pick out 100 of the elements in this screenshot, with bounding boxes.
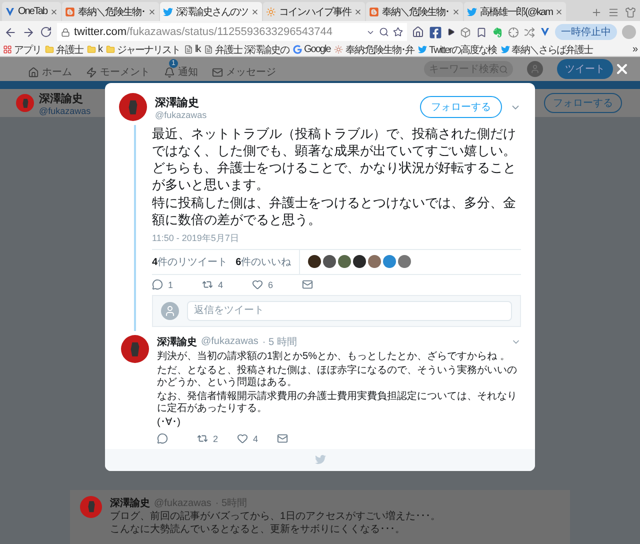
- close-icon[interactable]: [148, 8, 156, 16]
- crosshair-icon[interactable]: [508, 26, 519, 38]
- close-icon[interactable]: [50, 8, 58, 16]
- browser-tab[interactable]: 高橋雄一郎(@kam: [464, 2, 566, 21]
- paused-button[interactable]: 一時停止中: [555, 24, 617, 40]
- blog-icon: [334, 45, 344, 54]
- user-avatar[interactable]: [353, 255, 366, 268]
- shirt-icon[interactable]: [625, 7, 636, 18]
- reply-icon[interactable]: [157, 433, 168, 444]
- tweet-text: 特に投稿した側は、弁護士をつけるとつけないでは、多分、金額に数倍の差がでると思う。: [152, 194, 517, 228]
- avatar: [121, 334, 149, 363]
- box-icon[interactable]: [460, 26, 471, 38]
- back-icon[interactable]: [4, 26, 17, 38]
- reply-icon[interactable]: [152, 279, 163, 290]
- bird-icon: [163, 6, 174, 16]
- bell-icon: [164, 66, 175, 78]
- bookmark-item[interactable]: Twitterの高度な検: [418, 42, 496, 56]
- bird-icon: [467, 6, 478, 16]
- google-g-icon: [293, 45, 302, 54]
- retweet-count[interactable]: 4件のリツイート: [152, 254, 228, 269]
- page-icon: [184, 45, 193, 54]
- bookmark-item[interactable]: アプリ: [3, 42, 41, 56]
- bookmark-item[interactable]: 奉納＼さらば弁護士: [500, 42, 592, 56]
- sun-icon: [266, 6, 276, 16]
- like-count[interactable]: 6件のいいね: [236, 254, 292, 269]
- folder-icon: [87, 45, 96, 54]
- lock-icon: [61, 28, 70, 36]
- apps-grid-icon: [3, 45, 12, 54]
- reply-input[interactable]: 返信をツイート: [187, 300, 512, 321]
- lightning-icon: [86, 66, 97, 78]
- retweet-icon[interactable]: [202, 279, 213, 290]
- envelope-icon: [212, 66, 223, 78]
- action-count: 1: [168, 280, 174, 290]
- author-name: 深澤諭史: [157, 336, 197, 349]
- page-icon: [204, 45, 214, 54]
- action-count: 4: [218, 280, 224, 290]
- v-logo-icon: [5, 6, 15, 16]
- star-icon[interactable]: [393, 27, 403, 37]
- bird-icon: [418, 45, 428, 54]
- home-icon[interactable]: [412, 26, 424, 38]
- play-icon[interactable]: [447, 28, 455, 36]
- bird-icon: [314, 454, 326, 466]
- author-name: 深澤諭史: [155, 96, 200, 110]
- tweet-timestamp: 11:50 - 2019年5月7日: [152, 232, 240, 245]
- browser-tab[interactable]: 奉納＼危険生物･: [366, 2, 464, 21]
- bookmark-item[interactable]: lk: [184, 44, 200, 55]
- tweet-time: · 5 時間: [262, 336, 297, 349]
- profile-handle: @fukazawas: [39, 106, 91, 116]
- retweet-icon[interactable]: [197, 433, 208, 444]
- bookmark-icon[interactable]: [476, 26, 487, 38]
- envelope-icon[interactable]: [277, 433, 288, 444]
- close-icon[interactable]: [251, 8, 260, 16]
- search-icon: [499, 64, 508, 74]
- avatar: [119, 93, 147, 121]
- bookmark-item[interactable]: 奉納:危険生物･弁: [334, 42, 414, 56]
- bookmark-item[interactable]: k: [87, 44, 102, 55]
- search-icon[interactable]: [379, 27, 389, 37]
- bookmark-item[interactable]: 弁護士 深澤諭史の: [204, 42, 290, 56]
- bird-icon: [500, 45, 510, 54]
- folder-icon: [106, 45, 115, 54]
- action-count: 6: [268, 280, 274, 290]
- bookmark-item[interactable]: Google: [293, 44, 330, 55]
- browser-tab[interactable]: OneTab: [2, 2, 62, 21]
- bookmark-item[interactable]: ジャーナリスト: [106, 42, 180, 56]
- author-handle: @fukazawas: [201, 336, 258, 348]
- bookmark-item[interactable]: 弁護士: [45, 42, 83, 56]
- close-icon[interactable]: [555, 8, 564, 16]
- reply-text: なお、発信者情報開示請求費用の弁護士費用実費負担認定については、それなりに定石があったりする。: [157, 390, 518, 415]
- tweet-text: どちらも、弁護士をつけることで、かなり状況が好転することが多いと思います。: [152, 159, 517, 194]
- heart-icon[interactable]: [252, 279, 263, 290]
- home-icon: [28, 66, 39, 78]
- reload-icon[interactable]: [40, 26, 52, 38]
- shuffle-icon[interactable]: [524, 26, 535, 38]
- menu-icon[interactable]: [608, 7, 619, 18]
- close-icon[interactable]: [452, 8, 460, 16]
- address-bar[interactable]: twitter.com/fukazawas/status/1125593633296543744: [57, 23, 407, 41]
- tweet-text: 最近、ネットトラブル（投稿トラブル）で、投稿された側だけではなく、した側でも、顕著な成果が出ていてすごい嬉しい。: [152, 125, 517, 160]
- browser-tab[interactable]: コインハイブ事件: [263, 2, 366, 21]
- tweet-text: こんなに大勢読んでいるとなると、更新をサボりにくくなる･･･。: [110, 523, 406, 536]
- action-count: 2: [213, 434, 218, 444]
- user-avatar[interactable]: [323, 255, 336, 268]
- user-avatar[interactable]: [308, 255, 322, 268]
- author-handle: @fukazawas: [155, 110, 208, 120]
- blog-icon: [369, 6, 380, 16]
- browser-tab[interactable]: 奉納＼危険生物･: [62, 2, 160, 21]
- reply-text: (･∀･): [157, 416, 182, 429]
- profile-name: 深澤諭史: [39, 92, 83, 106]
- f-logo-icon[interactable]: [429, 26, 442, 38]
- close-icon[interactable]: [354, 8, 362, 16]
- reply-text: 判決が、当初の請求額の1割とか5%とか、もっとしたとか、ざらですからね 。: [157, 350, 511, 363]
- more-bookmarks[interactable]: »: [632, 44, 637, 55]
- avatar: [80, 496, 102, 518]
- v-logo-icon: [540, 27, 550, 37]
- heart-icon[interactable]: [237, 433, 248, 444]
- browser-tab[interactable]: 深澤諭史さんのツ: [160, 2, 262, 21]
- forward-icon[interactable]: [22, 26, 35, 38]
- envelope-icon[interactable]: [302, 279, 313, 290]
- tweet-text: ブログ、前回の記事がバズってから、1日のアクセスがすごい増えた･･･。: [110, 510, 442, 523]
- close-icon[interactable]: [614, 61, 630, 77]
- new-tab-icon[interactable]: [591, 7, 602, 18]
